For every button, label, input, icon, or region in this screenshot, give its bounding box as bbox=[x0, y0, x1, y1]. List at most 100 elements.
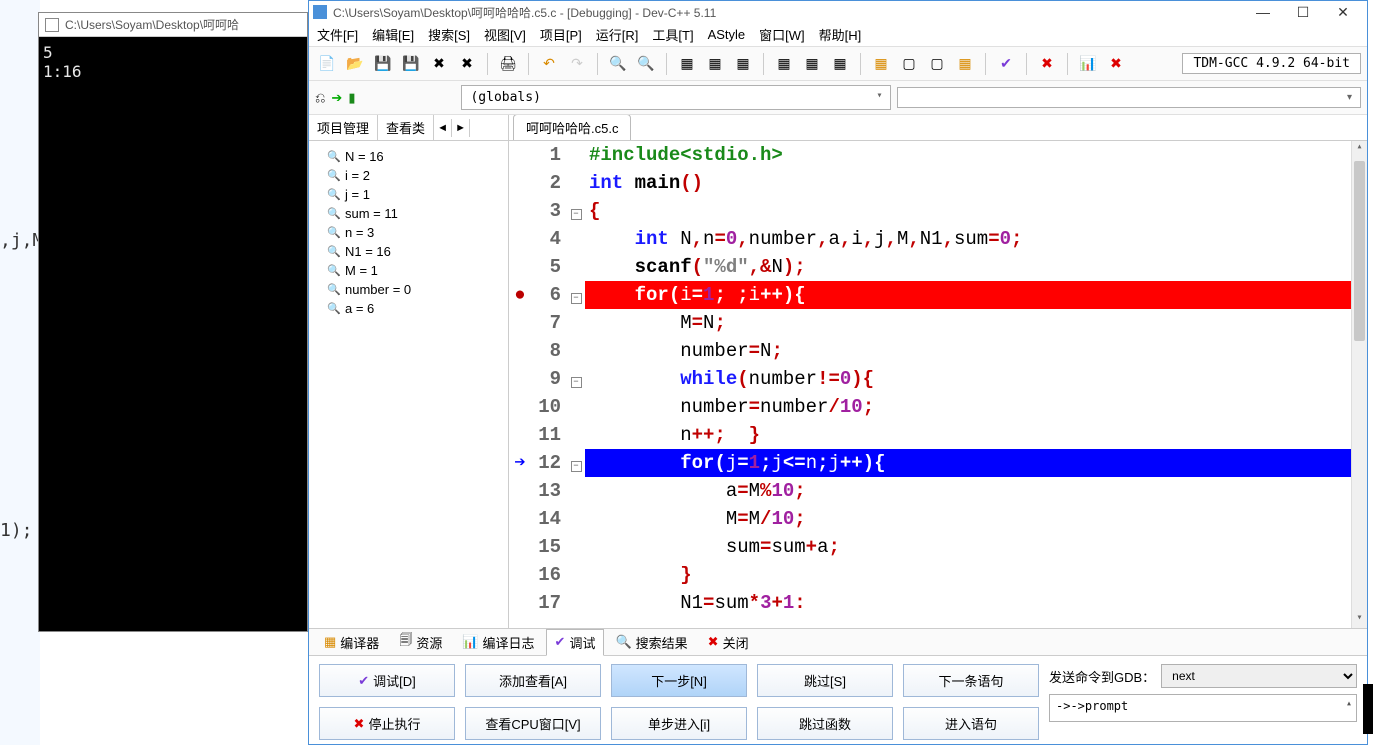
save-all-icon[interactable]: 💾 bbox=[399, 52, 423, 76]
add-watch-button[interactable]: 添加查看[A] bbox=[465, 664, 601, 697]
forward-icon[interactable]: ➔ bbox=[331, 90, 342, 106]
console-window: C:\Users\Soyam\Desktop\呵呵哈 5 1:16 bbox=[38, 12, 308, 632]
menu-tools[interactable]: 工具[T] bbox=[652, 25, 693, 44]
magnifier-icon: 🔍 bbox=[327, 207, 341, 221]
debug-button[interactable]: ✔调试[D] bbox=[319, 664, 455, 697]
redo-icon[interactable]: ↷ bbox=[565, 52, 589, 76]
grid4-icon[interactable]: ▦ bbox=[953, 52, 977, 76]
tab-project[interactable]: 项目管理 bbox=[309, 115, 378, 140]
debug-icon[interactable]: ▦ bbox=[772, 52, 796, 76]
watch-item[interactable]: 🔍j = 1 bbox=[313, 185, 504, 204]
back-icon[interactable]: ⎌ bbox=[315, 90, 325, 106]
vertical-scrollbar[interactable]: ▴ ▾ bbox=[1351, 141, 1367, 628]
compile-run-icon[interactable]: ▦ bbox=[731, 52, 755, 76]
menu-file[interactable]: 文件[F] bbox=[317, 25, 358, 44]
print-icon[interactable]: 🖨 bbox=[496, 52, 520, 76]
stop-debug-icon[interactable]: ✖ bbox=[1035, 52, 1059, 76]
watch-item[interactable]: 🔍n = 3 bbox=[313, 223, 504, 242]
step-into-stmt-button[interactable]: 进入语句 bbox=[903, 707, 1039, 740]
menu-edit[interactable]: 编辑[E] bbox=[372, 25, 414, 44]
skip-button[interactable]: 跳过[S] bbox=[757, 664, 893, 697]
watch-item[interactable]: 🔍N1 = 16 bbox=[313, 242, 504, 261]
close-button[interactable]: ✕ bbox=[1323, 2, 1363, 22]
menu-project[interactable]: 项目[P] bbox=[540, 25, 582, 44]
chart1-icon[interactable]: 📊 bbox=[1076, 52, 1100, 76]
save-icon[interactable]: 💾 bbox=[371, 52, 395, 76]
current-line-icon: ➔ bbox=[509, 449, 531, 477]
replace-icon[interactable]: 🔍 bbox=[634, 52, 658, 76]
tab-resource[interactable]: 🗐资源 bbox=[390, 627, 451, 657]
titlebar[interactable]: C:\Users\Soyam\Desktop\呵呵哈哈哈.c5.c - [Deb… bbox=[309, 1, 1367, 23]
tab-close[interactable]: ✖关闭 bbox=[699, 629, 758, 656]
console-titlebar[interactable]: C:\Users\Soyam\Desktop\呵呵哈 bbox=[39, 13, 307, 37]
code-editor[interactable]: 1#include<stdio.h> 2int main() 3−{ 4 int… bbox=[509, 141, 1367, 628]
member-dropdown[interactable]: ▾ bbox=[897, 87, 1361, 108]
menu-search[interactable]: 搜索[S] bbox=[428, 25, 470, 44]
watch-item[interactable]: 🔍sum = 11 bbox=[313, 204, 504, 223]
scrollbar-thumb[interactable] bbox=[1354, 161, 1365, 341]
menu-help[interactable]: 帮助[H] bbox=[819, 25, 862, 44]
bookmark-icon[interactable]: ▮ bbox=[348, 90, 355, 106]
magnifier-icon: 🔍 bbox=[327, 169, 341, 183]
step-into-button[interactable]: 单步进入[i] bbox=[611, 707, 747, 740]
profile-icon[interactable]: ▦ bbox=[800, 52, 824, 76]
gdb-command-input[interactable]: next bbox=[1161, 664, 1357, 688]
tab-left-arrow[interactable]: ◄ bbox=[434, 119, 452, 137]
find-icon[interactable]: 🔍 bbox=[606, 52, 630, 76]
check-icon[interactable]: ✔ bbox=[994, 52, 1018, 76]
next-step-button[interactable]: 下一步[N] bbox=[611, 664, 747, 697]
console-icon bbox=[45, 18, 59, 32]
tab-debug[interactable]: ✔调试 bbox=[546, 629, 605, 656]
editor-tab[interactable]: 呵呵哈哈哈.c5.c bbox=[513, 115, 631, 140]
scroll-down-icon[interactable]: ▾ bbox=[1352, 612, 1367, 628]
scope-dropdown[interactable]: (globals)▾ bbox=[461, 85, 891, 110]
chart-icon: 📊 bbox=[462, 634, 478, 650]
watch-item[interactable]: 🔍number = 0 bbox=[313, 280, 504, 299]
new-file-icon[interactable]: 📄 bbox=[315, 52, 339, 76]
grid2-icon[interactable]: ▢ bbox=[897, 52, 921, 76]
toolbar-main: 📄 📂 💾 💾 ✖ ✖ 🖨 ↶ ↷ 🔍 🔍 ▦ ▦ ▦ ▦ ▦ ▦ ▦ ▢ ▢ … bbox=[309, 47, 1367, 81]
rebuild-icon[interactable]: ▦ bbox=[828, 52, 852, 76]
menu-astyle[interactable]: AStyle bbox=[708, 27, 746, 42]
run-icon[interactable]: ▦ bbox=[703, 52, 727, 76]
watch-item[interactable]: 🔍M = 1 bbox=[313, 261, 504, 280]
tab-compile-log[interactable]: 📊编译日志 bbox=[453, 629, 543, 656]
background-text: ,j,M bbox=[0, 230, 43, 251]
tab-right-arrow[interactable]: ► bbox=[452, 119, 470, 137]
watch-list: 🔍N = 16 🔍i = 2 🔍j = 1 🔍sum = 11 🔍n = 3 🔍… bbox=[309, 141, 508, 628]
open-file-icon[interactable]: 📂 bbox=[343, 52, 367, 76]
tab-classview[interactable]: 查看类 bbox=[378, 115, 434, 140]
step-over-func-button[interactable]: 跳过函数 bbox=[757, 707, 893, 740]
gdb-output[interactable]: ->->prompt▴ bbox=[1049, 694, 1357, 722]
maximize-button[interactable]: ☐ bbox=[1283, 2, 1323, 22]
tab-compiler[interactable]: ▦编译器 bbox=[315, 629, 388, 656]
grid3-icon[interactable]: ▢ bbox=[925, 52, 949, 76]
menu-window[interactable]: 窗口[W] bbox=[759, 25, 805, 44]
breakpoint-icon[interactable]: ● bbox=[509, 281, 531, 309]
close-file-icon[interactable]: ✖ bbox=[427, 52, 451, 76]
compile-icon[interactable]: ▦ bbox=[675, 52, 699, 76]
watch-item[interactable]: 🔍i = 2 bbox=[313, 166, 504, 185]
menu-run[interactable]: 运行[R] bbox=[596, 25, 639, 44]
menu-view[interactable]: 视图[V] bbox=[484, 25, 526, 44]
undo-icon[interactable]: ↶ bbox=[537, 52, 561, 76]
view-cpu-button[interactable]: 查看CPU窗口[V] bbox=[465, 707, 601, 740]
scroll-up-icon[interactable]: ▴ bbox=[1352, 141, 1367, 157]
next-statement-button[interactable]: 下一条语句 bbox=[903, 664, 1039, 697]
stop-button[interactable]: ✖停止执行 bbox=[319, 707, 455, 740]
magnifier-icon: 🔍 bbox=[327, 264, 341, 278]
compiler-dropdown[interactable]: TDM-GCC 4.9.2 64-bit bbox=[1182, 53, 1361, 74]
grid-icon: ▦ bbox=[324, 634, 336, 650]
watch-item[interactable]: 🔍a = 6 bbox=[313, 299, 504, 318]
left-panel: 项目管理 查看类 ◄ ► 🔍N = 16 🔍i = 2 🔍j = 1 🔍sum … bbox=[309, 115, 509, 628]
editor-tabs: 呵呵哈哈哈.c5.c bbox=[509, 115, 1367, 141]
minimize-button[interactable]: — bbox=[1243, 2, 1283, 22]
close-all-icon[interactable]: ✖ bbox=[455, 52, 479, 76]
console-output: 5 1:16 bbox=[39, 37, 307, 87]
chart2-icon[interactable]: ✖ bbox=[1104, 52, 1128, 76]
grid1-icon[interactable]: ▦ bbox=[869, 52, 893, 76]
tab-search-result[interactable]: 🔍搜索结果 bbox=[606, 629, 696, 656]
magnifier-icon: 🔍 bbox=[327, 245, 341, 259]
right-black-strip bbox=[1363, 684, 1373, 734]
watch-item[interactable]: 🔍N = 16 bbox=[313, 147, 504, 166]
